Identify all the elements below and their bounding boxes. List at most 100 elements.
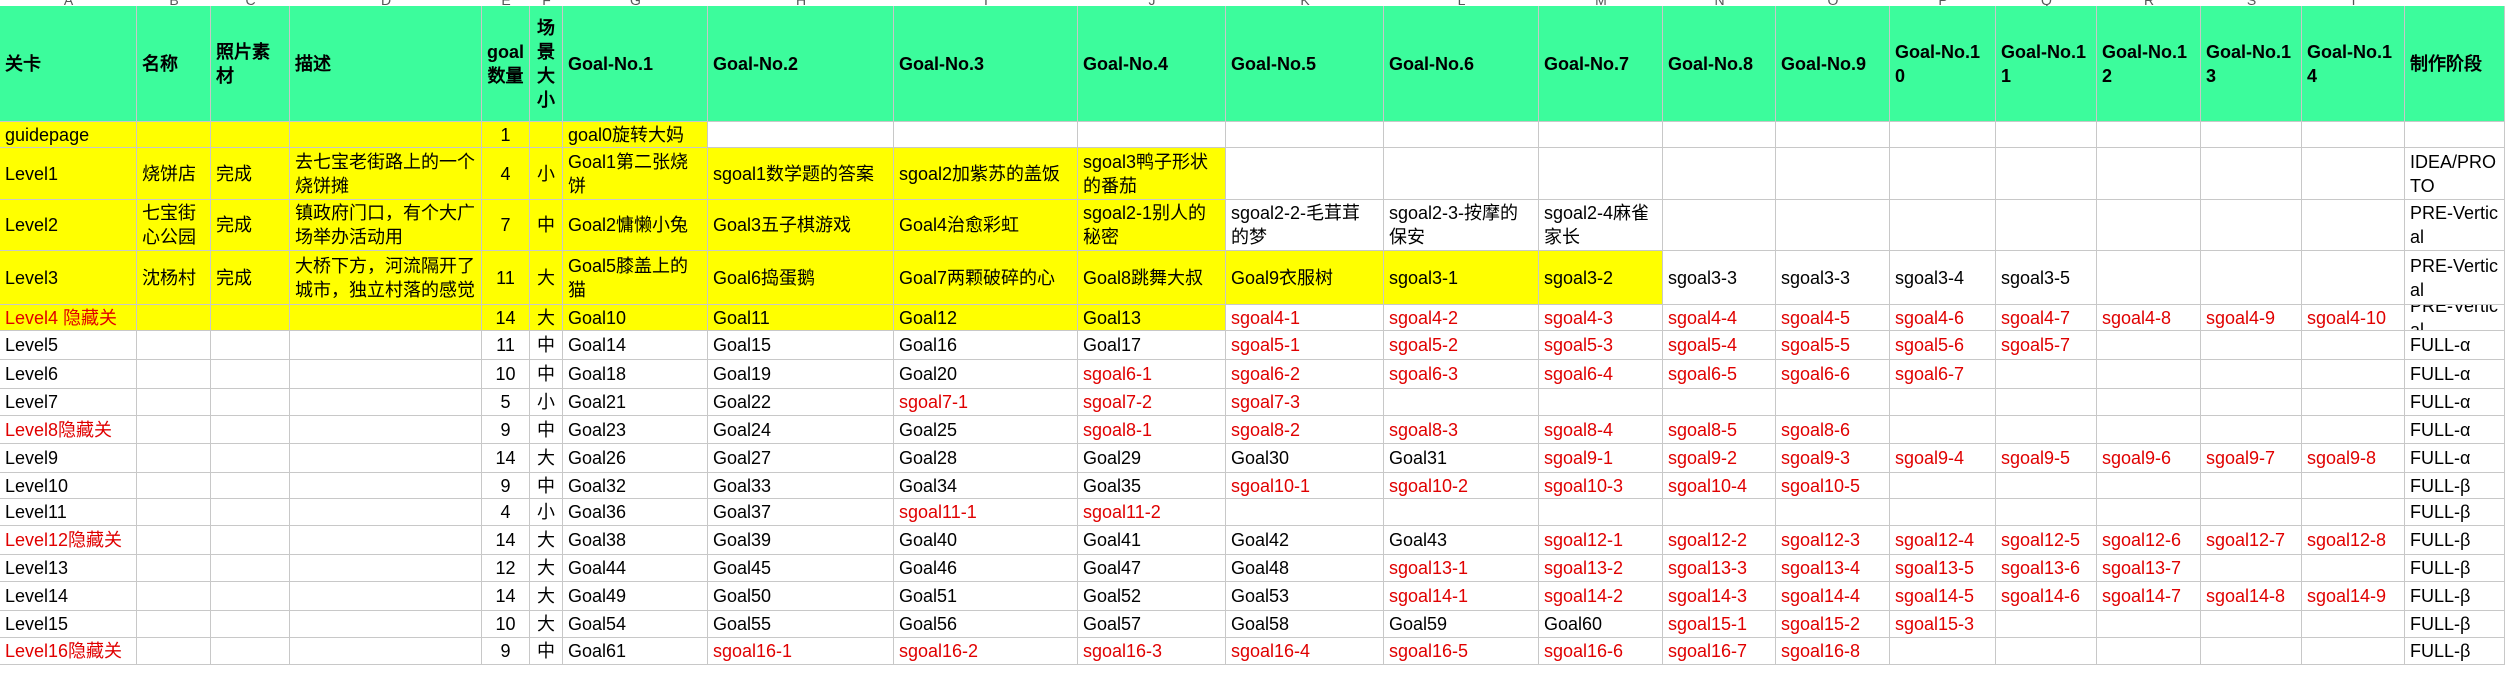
- table-cell[interactable]: [137, 416, 211, 444]
- table-cell[interactable]: [137, 555, 211, 582]
- table-cell[interactable]: sgoal5-7: [1996, 331, 2097, 360]
- table-cell[interactable]: sgoal8-4: [1539, 416, 1663, 444]
- table-cell[interactable]: 小: [530, 499, 563, 526]
- table-cell[interactable]: [1996, 360, 2097, 389]
- table-cell[interactable]: [211, 444, 290, 473]
- table-cell[interactable]: Level3: [0, 251, 137, 305]
- table-cell[interactable]: [1663, 148, 1776, 200]
- table-cell[interactable]: [1539, 148, 1663, 200]
- table-cell[interactable]: sgoal12-4: [1890, 526, 1996, 555]
- table-cell[interactable]: Goal58: [1226, 611, 1384, 638]
- table-cell[interactable]: 中: [530, 331, 563, 360]
- table-cell[interactable]: [290, 555, 482, 582]
- table-cell[interactable]: PRE-Vertical: [2405, 251, 2505, 305]
- table-cell[interactable]: Goal37: [708, 499, 894, 526]
- table-cell[interactable]: [2097, 638, 2201, 665]
- table-cell[interactable]: [290, 638, 482, 665]
- table-cell[interactable]: Goal12: [894, 305, 1078, 331]
- table-cell[interactable]: FULL-β: [2405, 582, 2505, 611]
- table-cell[interactable]: FULL-α: [2405, 389, 2505, 416]
- table-cell[interactable]: sgoal9-1: [1539, 444, 1663, 473]
- table-cell[interactable]: [2097, 148, 2201, 200]
- table-cell[interactable]: Goal42: [1226, 526, 1384, 555]
- table-cell[interactable]: [2201, 473, 2302, 499]
- table-cell[interactable]: [290, 416, 482, 444]
- table-cell[interactable]: Goal60: [1539, 611, 1663, 638]
- table-cell[interactable]: sgoal12-1: [1539, 526, 1663, 555]
- table-cell[interactable]: sgoal16-8: [1776, 638, 1890, 665]
- table-cell[interactable]: sgoal14-6: [1996, 582, 2097, 611]
- table-cell[interactable]: sgoal2-4麻雀家长: [1539, 200, 1663, 251]
- table-cell[interactable]: [1384, 389, 1539, 416]
- header-cell[interactable]: Goal-No.3: [894, 6, 1078, 122]
- table-cell[interactable]: sgoal4-10: [2302, 305, 2405, 331]
- table-cell[interactable]: [137, 499, 211, 526]
- table-cell[interactable]: [2302, 473, 2405, 499]
- table-cell[interactable]: Goal21: [563, 389, 708, 416]
- table-cell[interactable]: [1776, 389, 1890, 416]
- table-cell[interactable]: [1776, 122, 1890, 148]
- table-cell[interactable]: Goal19: [708, 360, 894, 389]
- table-cell[interactable]: sgoal3-4: [1890, 251, 1996, 305]
- table-cell[interactable]: [2302, 251, 2405, 305]
- table-cell[interactable]: sgoal6-3: [1384, 360, 1539, 389]
- header-cell[interactable]: Goal-No.1: [563, 6, 708, 122]
- table-cell[interactable]: 去七宝老街路上的一个烧饼摊: [290, 148, 482, 200]
- table-cell[interactable]: [290, 526, 482, 555]
- table-cell[interactable]: [1890, 122, 1996, 148]
- table-cell[interactable]: [290, 122, 482, 148]
- table-cell[interactable]: sgoal6-6: [1776, 360, 1890, 389]
- table-cell[interactable]: [1384, 499, 1539, 526]
- table-cell[interactable]: 14: [482, 305, 530, 331]
- table-cell[interactable]: [211, 582, 290, 611]
- table-cell[interactable]: 完成: [211, 148, 290, 200]
- table-cell[interactable]: 大桥下方，河流隔开了城市，独立村落的感觉: [290, 251, 482, 305]
- table-cell[interactable]: 12: [482, 555, 530, 582]
- table-cell[interactable]: [211, 389, 290, 416]
- table-cell[interactable]: [211, 416, 290, 444]
- table-cell[interactable]: sgoal13-7: [2097, 555, 2201, 582]
- table-cell[interactable]: 大: [530, 526, 563, 555]
- table-cell[interactable]: sgoal16-1: [708, 638, 894, 665]
- table-cell[interactable]: 4: [482, 499, 530, 526]
- table-cell[interactable]: sgoal6-7: [1890, 360, 1996, 389]
- table-cell[interactable]: [2302, 148, 2405, 200]
- table-cell[interactable]: [1890, 499, 1996, 526]
- table-cell[interactable]: sgoal4-6: [1890, 305, 1996, 331]
- table-cell[interactable]: Goal59: [1384, 611, 1539, 638]
- table-cell[interactable]: sgoal15-3: [1890, 611, 1996, 638]
- table-cell[interactable]: Goal10: [563, 305, 708, 331]
- table-cell[interactable]: [2302, 611, 2405, 638]
- table-cell[interactable]: [211, 611, 290, 638]
- table-cell[interactable]: sgoal14-2: [1539, 582, 1663, 611]
- table-cell[interactable]: [2201, 555, 2302, 582]
- table-cell[interactable]: [137, 638, 211, 665]
- table-cell[interactable]: [137, 360, 211, 389]
- table-cell[interactable]: [211, 526, 290, 555]
- table-cell[interactable]: [1996, 416, 2097, 444]
- table-cell[interactable]: sgoal5-4: [1663, 331, 1776, 360]
- table-cell[interactable]: [1663, 200, 1776, 251]
- table-cell[interactable]: sgoal3鸭子形状的番茄: [1078, 148, 1226, 200]
- header-cell[interactable]: goal数量: [482, 6, 530, 122]
- table-cell[interactable]: Level12隐藏关: [0, 526, 137, 555]
- table-cell[interactable]: [1996, 499, 2097, 526]
- table-cell[interactable]: [2201, 331, 2302, 360]
- table-cell[interactable]: Level13: [0, 555, 137, 582]
- table-cell[interactable]: Level1: [0, 148, 137, 200]
- header-cell[interactable]: Goal-No.6: [1384, 6, 1539, 122]
- table-cell[interactable]: 11: [482, 331, 530, 360]
- table-cell[interactable]: Goal52: [1078, 582, 1226, 611]
- table-cell[interactable]: sgoal3-5: [1996, 251, 2097, 305]
- table-cell[interactable]: sgoal6-1: [1078, 360, 1226, 389]
- table-cell[interactable]: Goal36: [563, 499, 708, 526]
- table-cell[interactable]: sgoal12-8: [2302, 526, 2405, 555]
- table-cell[interactable]: [2302, 389, 2405, 416]
- table-cell[interactable]: Goal39: [708, 526, 894, 555]
- header-cell[interactable]: Goal-No.11: [1996, 6, 2097, 122]
- table-cell[interactable]: Goal7两颗破碎的心: [894, 251, 1078, 305]
- table-cell[interactable]: [137, 305, 211, 331]
- table-cell[interactable]: [2097, 473, 2201, 499]
- table-cell[interactable]: sgoal4-2: [1384, 305, 1539, 331]
- table-cell[interactable]: [290, 331, 482, 360]
